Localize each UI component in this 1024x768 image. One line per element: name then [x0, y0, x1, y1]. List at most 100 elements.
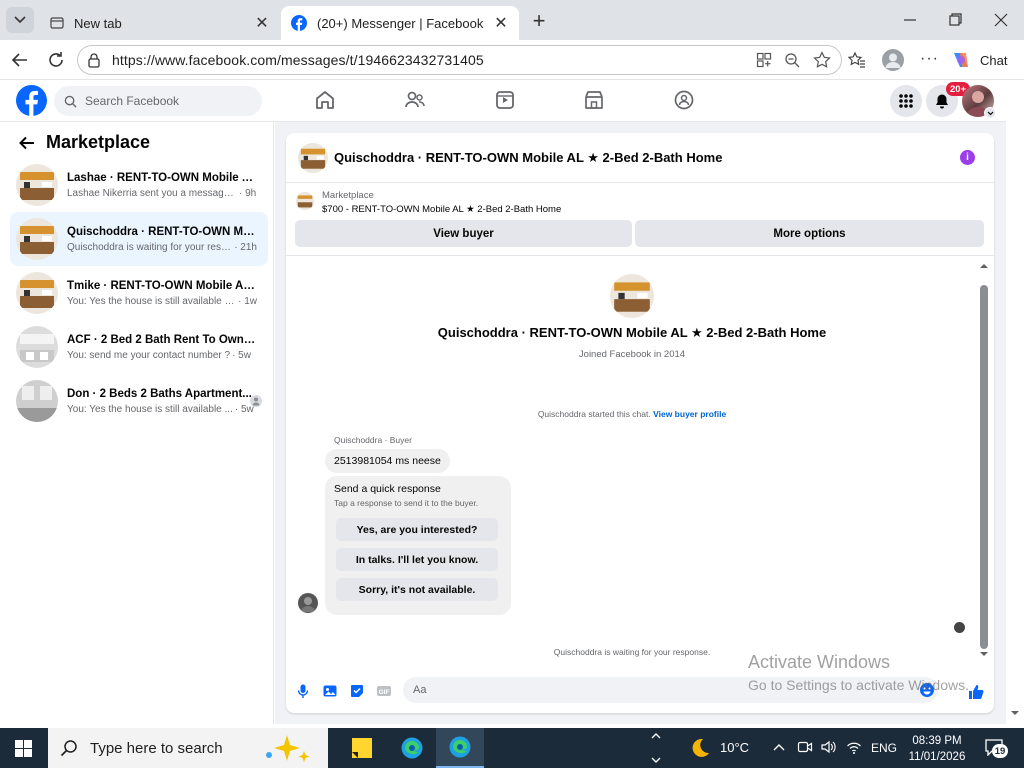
video-icon: [496, 91, 514, 109]
facebook-logo[interactable]: [16, 85, 47, 116]
seen-indicator-avatar: [954, 622, 965, 633]
close-window-button[interactable]: [991, 10, 1011, 30]
kitchen-photo-icon: [16, 218, 58, 260]
tab-new-tab[interactable]: New tab ✕: [40, 6, 280, 40]
new-tab-button[interactable]: +: [528, 8, 550, 33]
menu-button[interactable]: [890, 85, 922, 117]
scroll-down-arrow-icon: [980, 652, 988, 656]
page-scrollbar[interactable]: [1006, 80, 1024, 724]
taskbar-sticky-notes[interactable]: [338, 728, 386, 768]
language-indicator[interactable]: ENG: [871, 741, 897, 755]
message-bubble: 2513981054 ms neese: [325, 449, 450, 473]
quick-response-subtitle: Tap a response to send it to the buyer.: [334, 498, 479, 508]
nav-groups[interactable]: [673, 89, 695, 111]
more-options-button[interactable]: More options: [635, 220, 984, 247]
listing-summary: Marketplace $700 - RENT-TO-OWN Mobile AL…: [286, 184, 994, 256]
chat-header-thumbnail[interactable]: [298, 142, 328, 173]
white-kitchen-photo-icon: [16, 326, 58, 368]
profile-avatar[interactable]: [882, 49, 904, 71]
svg-text:GIF: GIF: [379, 689, 390, 696]
taskbar-edge-2[interactable]: [436, 728, 484, 768]
close-icon[interactable]: ✕: [254, 15, 270, 32]
listing-price-title[interactable]: $700 - RENT-TO-OWN Mobile AL ★ 2-Bed 2-B…: [322, 204, 561, 215]
conversation-preview: You: send me your contact number ?: [67, 349, 231, 361]
chevron-down-icon: [987, 111, 993, 115]
person-icon: [252, 397, 260, 406]
quick-response-in-talks[interactable]: In talks. I'll let you know.: [336, 548, 498, 571]
weather-temperature: 10°C: [720, 740, 750, 755]
microphone-icon[interactable]: [295, 683, 311, 699]
sticker-icon[interactable]: [349, 683, 365, 699]
refresh-button[interactable]: [46, 50, 66, 70]
bell-icon: [936, 94, 948, 109]
thumbs-up-icon[interactable]: [967, 683, 984, 699]
wifi-icon[interactable]: [846, 739, 862, 755]
photo-icon[interactable]: [322, 683, 338, 699]
gif-icon[interactable]: GIF: [376, 683, 392, 699]
url-text: https://www.facebook.com/messages/t/1946…: [112, 52, 484, 68]
favorite-star-icon[interactable]: [813, 51, 831, 69]
taskbar-edge-1[interactable]: [388, 728, 436, 768]
conversation-time: · 1w: [238, 295, 257, 307]
minimize-button[interactable]: [900, 10, 920, 30]
groups-icon: [674, 90, 694, 110]
windows-taskbar: Type here to search 10°C ENG 08:39 PM 11…: [0, 728, 1024, 768]
conversation-item-lashae[interactable]: Lashae · RENT-TO-OWN Mobile A... Lashae …: [10, 158, 268, 212]
refresh-icon: [49, 52, 63, 67]
quick-response-not-available[interactable]: Sorry, it's not available.: [336, 578, 498, 601]
arrow-left-icon[interactable]: [18, 134, 36, 152]
tray-expand[interactable]: [772, 740, 786, 754]
quick-response-yes[interactable]: Yes, are you interested?: [336, 518, 498, 541]
start-button[interactable]: [15, 740, 32, 757]
sparkle-highlight-icon: [266, 735, 310, 762]
meet-now-icon[interactable]: [797, 739, 813, 755]
nav-friends[interactable]: [404, 89, 426, 111]
zoom-icon[interactable]: [784, 52, 800, 68]
buyer-profile-name: Quischoddra · RENT-TO-OWN Mobile AL ★ 2-…: [437, 325, 827, 340]
clock[interactable]: 08:39 PM 11/01/2026: [906, 733, 968, 765]
conversation-item-quischoddra[interactable]: Quischoddra · RENT-TO-OWN Mo... Quischod…: [10, 212, 268, 266]
chat-scroll-thumb[interactable]: [980, 285, 988, 649]
back-button[interactable]: [10, 50, 30, 70]
conversation-time: · 9h: [239, 187, 257, 199]
taskbar-overflow-arrows[interactable]: [650, 730, 662, 766]
nav-home[interactable]: [314, 89, 336, 111]
chat-started-notice: Quischoddra started this chat. View buye…: [286, 409, 978, 419]
search-input[interactable]: Search Facebook: [54, 86, 262, 116]
listing-thumbnail: [296, 192, 314, 210]
address-bar[interactable]: https://www.facebook.com/messages/t/1946…: [77, 45, 842, 75]
buyer-avatar[interactable]: [610, 274, 654, 318]
view-buyer-profile-link[interactable]: View buyer profile: [653, 409, 726, 419]
favorites-icon[interactable]: [848, 51, 866, 69]
kitchen-photo-icon: [298, 142, 328, 173]
conversation-item-acf[interactable]: ACF · 2 Bed 2 Bath Rent To Own A... You:…: [10, 320, 268, 374]
conversation-info-icon[interactable]: i: [960, 150, 975, 165]
view-buyer-button[interactable]: View buyer: [295, 220, 632, 247]
tab-messenger[interactable]: (20+) Messenger | Facebook ✕: [281, 6, 519, 40]
weather-widget[interactable]: [689, 737, 711, 759]
notification-count: 19: [992, 744, 1008, 758]
taskbar-search-input[interactable]: Type here to search: [48, 728, 328, 768]
restore-button[interactable]: [945, 10, 965, 30]
tab-list-button[interactable]: [6, 7, 34, 33]
close-icon[interactable]: ✕: [493, 15, 509, 32]
quick-response-title: Send a quick response: [334, 483, 441, 495]
speaker-icon[interactable]: [820, 739, 836, 755]
nav-video[interactable]: [494, 89, 516, 111]
conversation-name: Tmike · RENT-TO-OWN Mobile AL ...: [67, 279, 257, 292]
pane-title: Marketplace: [46, 132, 151, 152]
conversation-item-tmike[interactable]: Tmike · RENT-TO-OWN Mobile AL ... You: Y…: [10, 266, 268, 320]
more-menu-button[interactable]: ···: [920, 50, 939, 68]
chat-title[interactable]: Quischoddra · RENT-TO-OWN Mobile AL ★ 2-…: [334, 150, 722, 166]
activate-windows-hint: Go to Settings to activate Windows.: [748, 677, 969, 693]
conversation-item-don[interactable]: Don · 2 Beds 2 Baths Apartment... You: Y…: [10, 374, 268, 428]
account-dropdown[interactable]: [984, 107, 996, 119]
friends-icon: [405, 91, 425, 108]
nav-marketplace[interactable]: [583, 89, 605, 111]
notification-center[interactable]: 19: [984, 738, 1008, 758]
search-icon: [60, 740, 77, 757]
app-available-icon[interactable]: [756, 52, 772, 68]
tab-title: New tab: [74, 15, 122, 31]
copilot-chat-button[interactable]: Chat: [950, 47, 1018, 73]
kitchen-photo-icon: [16, 164, 58, 206]
